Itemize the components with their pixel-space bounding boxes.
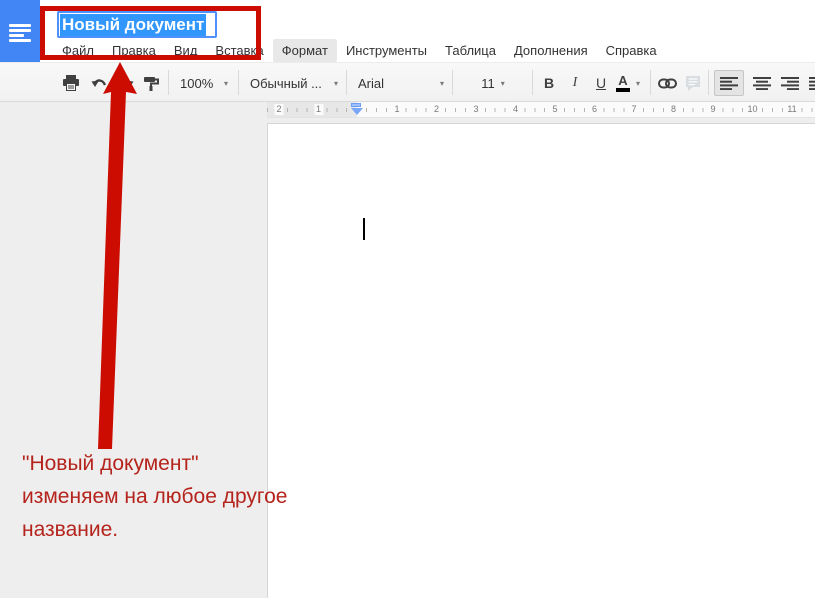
insert-link-icon — [658, 78, 677, 89]
redo-button[interactable] — [112, 70, 138, 96]
insert-comment-button[interactable] — [680, 70, 706, 96]
font-family-dropdown[interactable]: Arial ▾ — [354, 70, 448, 96]
italic-button[interactable]: I — [562, 70, 588, 96]
align-left-icon — [720, 77, 738, 90]
ruler-number: 9 — [708, 104, 717, 115]
ruler-number: 8 — [669, 104, 678, 115]
ruler-number: 6 — [590, 104, 599, 115]
underline-button[interactable]: U — [588, 70, 614, 96]
align-center-icon — [753, 77, 771, 90]
document-title-input[interactable]: Новый документ — [57, 11, 217, 38]
underline-icon: U — [596, 75, 606, 91]
left-indent-icon[interactable] — [351, 108, 363, 115]
menu-item-format[interactable]: Формат — [273, 39, 337, 62]
ruler-number: 1 — [314, 104, 323, 115]
ruler-number: 11 — [785, 104, 798, 115]
font-size-value: 11 — [481, 76, 495, 91]
first-line-indent-icon[interactable] — [351, 103, 361, 107]
toolbar: 100% ▾ Обычный ... ▾ Arial ▾ 11 ▾ B I U — [0, 62, 815, 102]
chevron-down-icon: ▾ — [334, 79, 338, 88]
undo-button[interactable] — [86, 70, 112, 96]
indent-marker[interactable] — [351, 103, 363, 116]
ruler-number: 7 — [629, 104, 638, 115]
menu-item-insert[interactable]: Вставка — [206, 39, 272, 62]
paint-format-icon — [143, 75, 159, 91]
align-left-button[interactable] — [714, 70, 744, 96]
zoom-dropdown[interactable]: 100% ▾ — [176, 70, 232, 96]
align-justify-icon — [809, 77, 815, 90]
menu-item-tools[interactable]: Инструменты — [337, 39, 436, 62]
toolbar-separator — [650, 70, 651, 95]
ruler-number: 2 — [432, 104, 441, 115]
print-button[interactable] — [58, 70, 84, 96]
zoom-value: 100% — [180, 76, 213, 91]
text-cursor — [363, 218, 365, 240]
google-docs-app: Новый документ ФайлПравкаВидВставкаФорма… — [0, 0, 815, 598]
font-family-value: Arial — [358, 76, 384, 91]
bold-icon: B — [544, 75, 554, 91]
menu-item-edit[interactable]: Правка — [103, 39, 165, 62]
ruler: 211234567891011 — [0, 102, 815, 118]
docs-lines-icon — [9, 24, 31, 44]
chevron-down-icon: ▾ — [501, 79, 505, 88]
ruler-number: 2 — [274, 104, 283, 115]
align-justify-button[interactable] — [804, 70, 815, 96]
menu-item-view[interactable]: Вид — [165, 39, 207, 62]
paint-format-button[interactable] — [138, 70, 164, 96]
insert-link-button[interactable] — [654, 70, 680, 96]
undo-icon — [91, 77, 108, 90]
text-color-button[interactable]: A — [612, 70, 634, 96]
redo-icon — [117, 77, 134, 90]
toolbar-separator — [238, 70, 239, 95]
insert-comment-icon — [685, 75, 701, 91]
ruler-number: 1 — [392, 104, 401, 115]
font-size-dropdown[interactable]: 11 ▾ — [460, 70, 526, 96]
menu-item-table[interactable]: Таблица — [436, 39, 505, 62]
docs-logo-button[interactable] — [0, 0, 40, 62]
document-area — [0, 118, 815, 598]
ruler-number: 5 — [550, 104, 559, 115]
chevron-down-icon: ▾ — [440, 79, 444, 88]
paragraph-style-value: Обычный ... — [250, 76, 322, 91]
bold-button[interactable]: B — [536, 70, 562, 96]
document-title-selected-text: Новый документ — [60, 14, 206, 36]
toolbar-separator — [532, 70, 533, 95]
italic-icon: I — [573, 75, 578, 91]
menu-bar: ФайлПравкаВидВставкаФорматИнструментыТаб… — [53, 39, 666, 62]
toolbar-separator — [168, 70, 169, 95]
chevron-down-icon: ▾ — [224, 79, 228, 88]
align-right-button[interactable] — [776, 70, 804, 96]
ruler-number: 3 — [471, 104, 480, 115]
paragraph-style-dropdown[interactable]: Обычный ... ▾ — [246, 70, 342, 96]
ruler-ticks — [267, 108, 815, 112]
chevron-down-icon: ▾ — [636, 79, 640, 88]
menu-item-addons[interactable]: Дополнения — [505, 39, 597, 62]
ruler-number: 10 — [745, 104, 759, 115]
document-page[interactable] — [267, 123, 815, 598]
toolbar-separator — [346, 70, 347, 95]
toolbar-separator — [452, 70, 453, 95]
text-color-dropdown[interactable]: ▾ — [632, 70, 644, 96]
menu-item-file[interactable]: Файл — [53, 39, 103, 62]
header: Новый документ ФайлПравкаВидВставкаФорма… — [0, 0, 815, 62]
text-color-icon: A — [616, 75, 630, 92]
align-center-button[interactable] — [748, 70, 776, 96]
align-right-icon — [781, 77, 799, 90]
ruler-number: 4 — [511, 104, 520, 115]
print-icon — [62, 75, 80, 91]
menu-item-help[interactable]: Справка — [597, 39, 666, 62]
toolbar-separator — [708, 70, 709, 95]
ruler-scale: 211234567891011 — [267, 102, 815, 118]
